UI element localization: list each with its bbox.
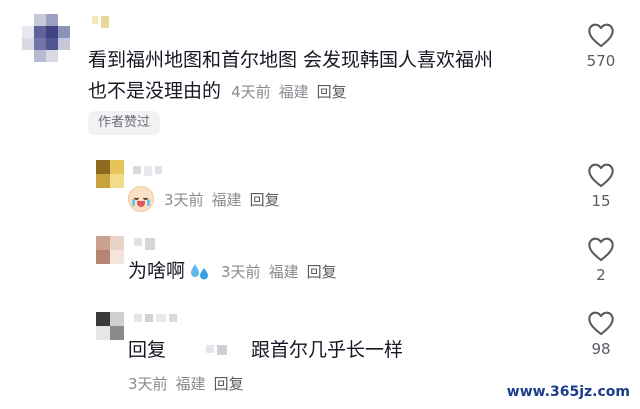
- avatar[interactable]: [96, 236, 124, 264]
- crying-baby-emoji: [128, 186, 154, 212]
- comment-time: 3天前: [128, 375, 168, 393]
- comment-location: 福建: [278, 83, 309, 101]
- comment-content: 回复 跟首尔几乎长一样: [128, 337, 403, 363]
- comment-time: 4天前: [231, 83, 271, 101]
- username-blurred[interactable]: [134, 314, 177, 322]
- reply-button[interactable]: 回复: [214, 375, 244, 393]
- heart-icon: [588, 311, 614, 336]
- avatar[interactable]: [96, 160, 124, 188]
- author-liked-badge: 作者赞过: [88, 111, 161, 135]
- like-count: 2: [596, 266, 606, 284]
- comment-location: 福建: [211, 190, 242, 209]
- like-count: 98: [591, 340, 611, 358]
- sweat-drops-emoji: [191, 264, 209, 280]
- comment-time: 3天前: [221, 262, 261, 281]
- like-count: 15: [591, 192, 611, 210]
- heart-icon: [588, 237, 614, 262]
- reply-button[interactable]: 回复: [307, 263, 337, 281]
- username-blurred[interactable]: [134, 238, 155, 250]
- comment-location: 福建: [268, 262, 299, 281]
- reply-button[interactable]: 回复: [250, 191, 280, 209]
- comment-meta: 4天前 福建 回复: [231, 83, 347, 101]
- comment-text-line-1: 看到福州地图和首尔地图 会发现韩国人喜欢福州: [88, 49, 494, 71]
- comment-time: 3天前: [164, 190, 204, 209]
- mentioned-user-blurred[interactable]: [206, 345, 228, 355]
- like-button[interactable]: 570: [576, 22, 626, 70]
- reply-prefix: 回复: [128, 339, 167, 361]
- username-blurred[interactable]: [92, 16, 109, 28]
- reply-button[interactable]: 回复: [317, 83, 347, 101]
- comment-content: 3天前 福建 回复: [128, 186, 280, 212]
- comment-content: 为啥啊 3天前 福建 回复: [128, 258, 337, 284]
- like-button[interactable]: 98: [576, 310, 626, 358]
- comment-location: 福建: [175, 375, 206, 393]
- like-button[interactable]: 15: [576, 162, 626, 210]
- heart-icon: [588, 163, 614, 188]
- like-button[interactable]: 2: [576, 236, 626, 284]
- comment-meta: 3天前 福建 回复: [128, 373, 244, 394]
- heart-icon: [588, 23, 614, 48]
- avatar[interactable]: [22, 14, 70, 62]
- watermark: www.365jz.com: [506, 384, 630, 400]
- comment-text: 为啥啊: [128, 260, 186, 282]
- comment-text: 也不是没理由的: [88, 80, 222, 102]
- username-blurred[interactable]: [133, 166, 162, 176]
- comment-text-line-2: 也不是没理由的 4天前 福建 回复: [88, 78, 347, 105]
- avatar[interactable]: [96, 312, 124, 340]
- comment-text: 跟首尔几乎长一样: [251, 339, 404, 361]
- like-count: 570: [586, 52, 616, 70]
